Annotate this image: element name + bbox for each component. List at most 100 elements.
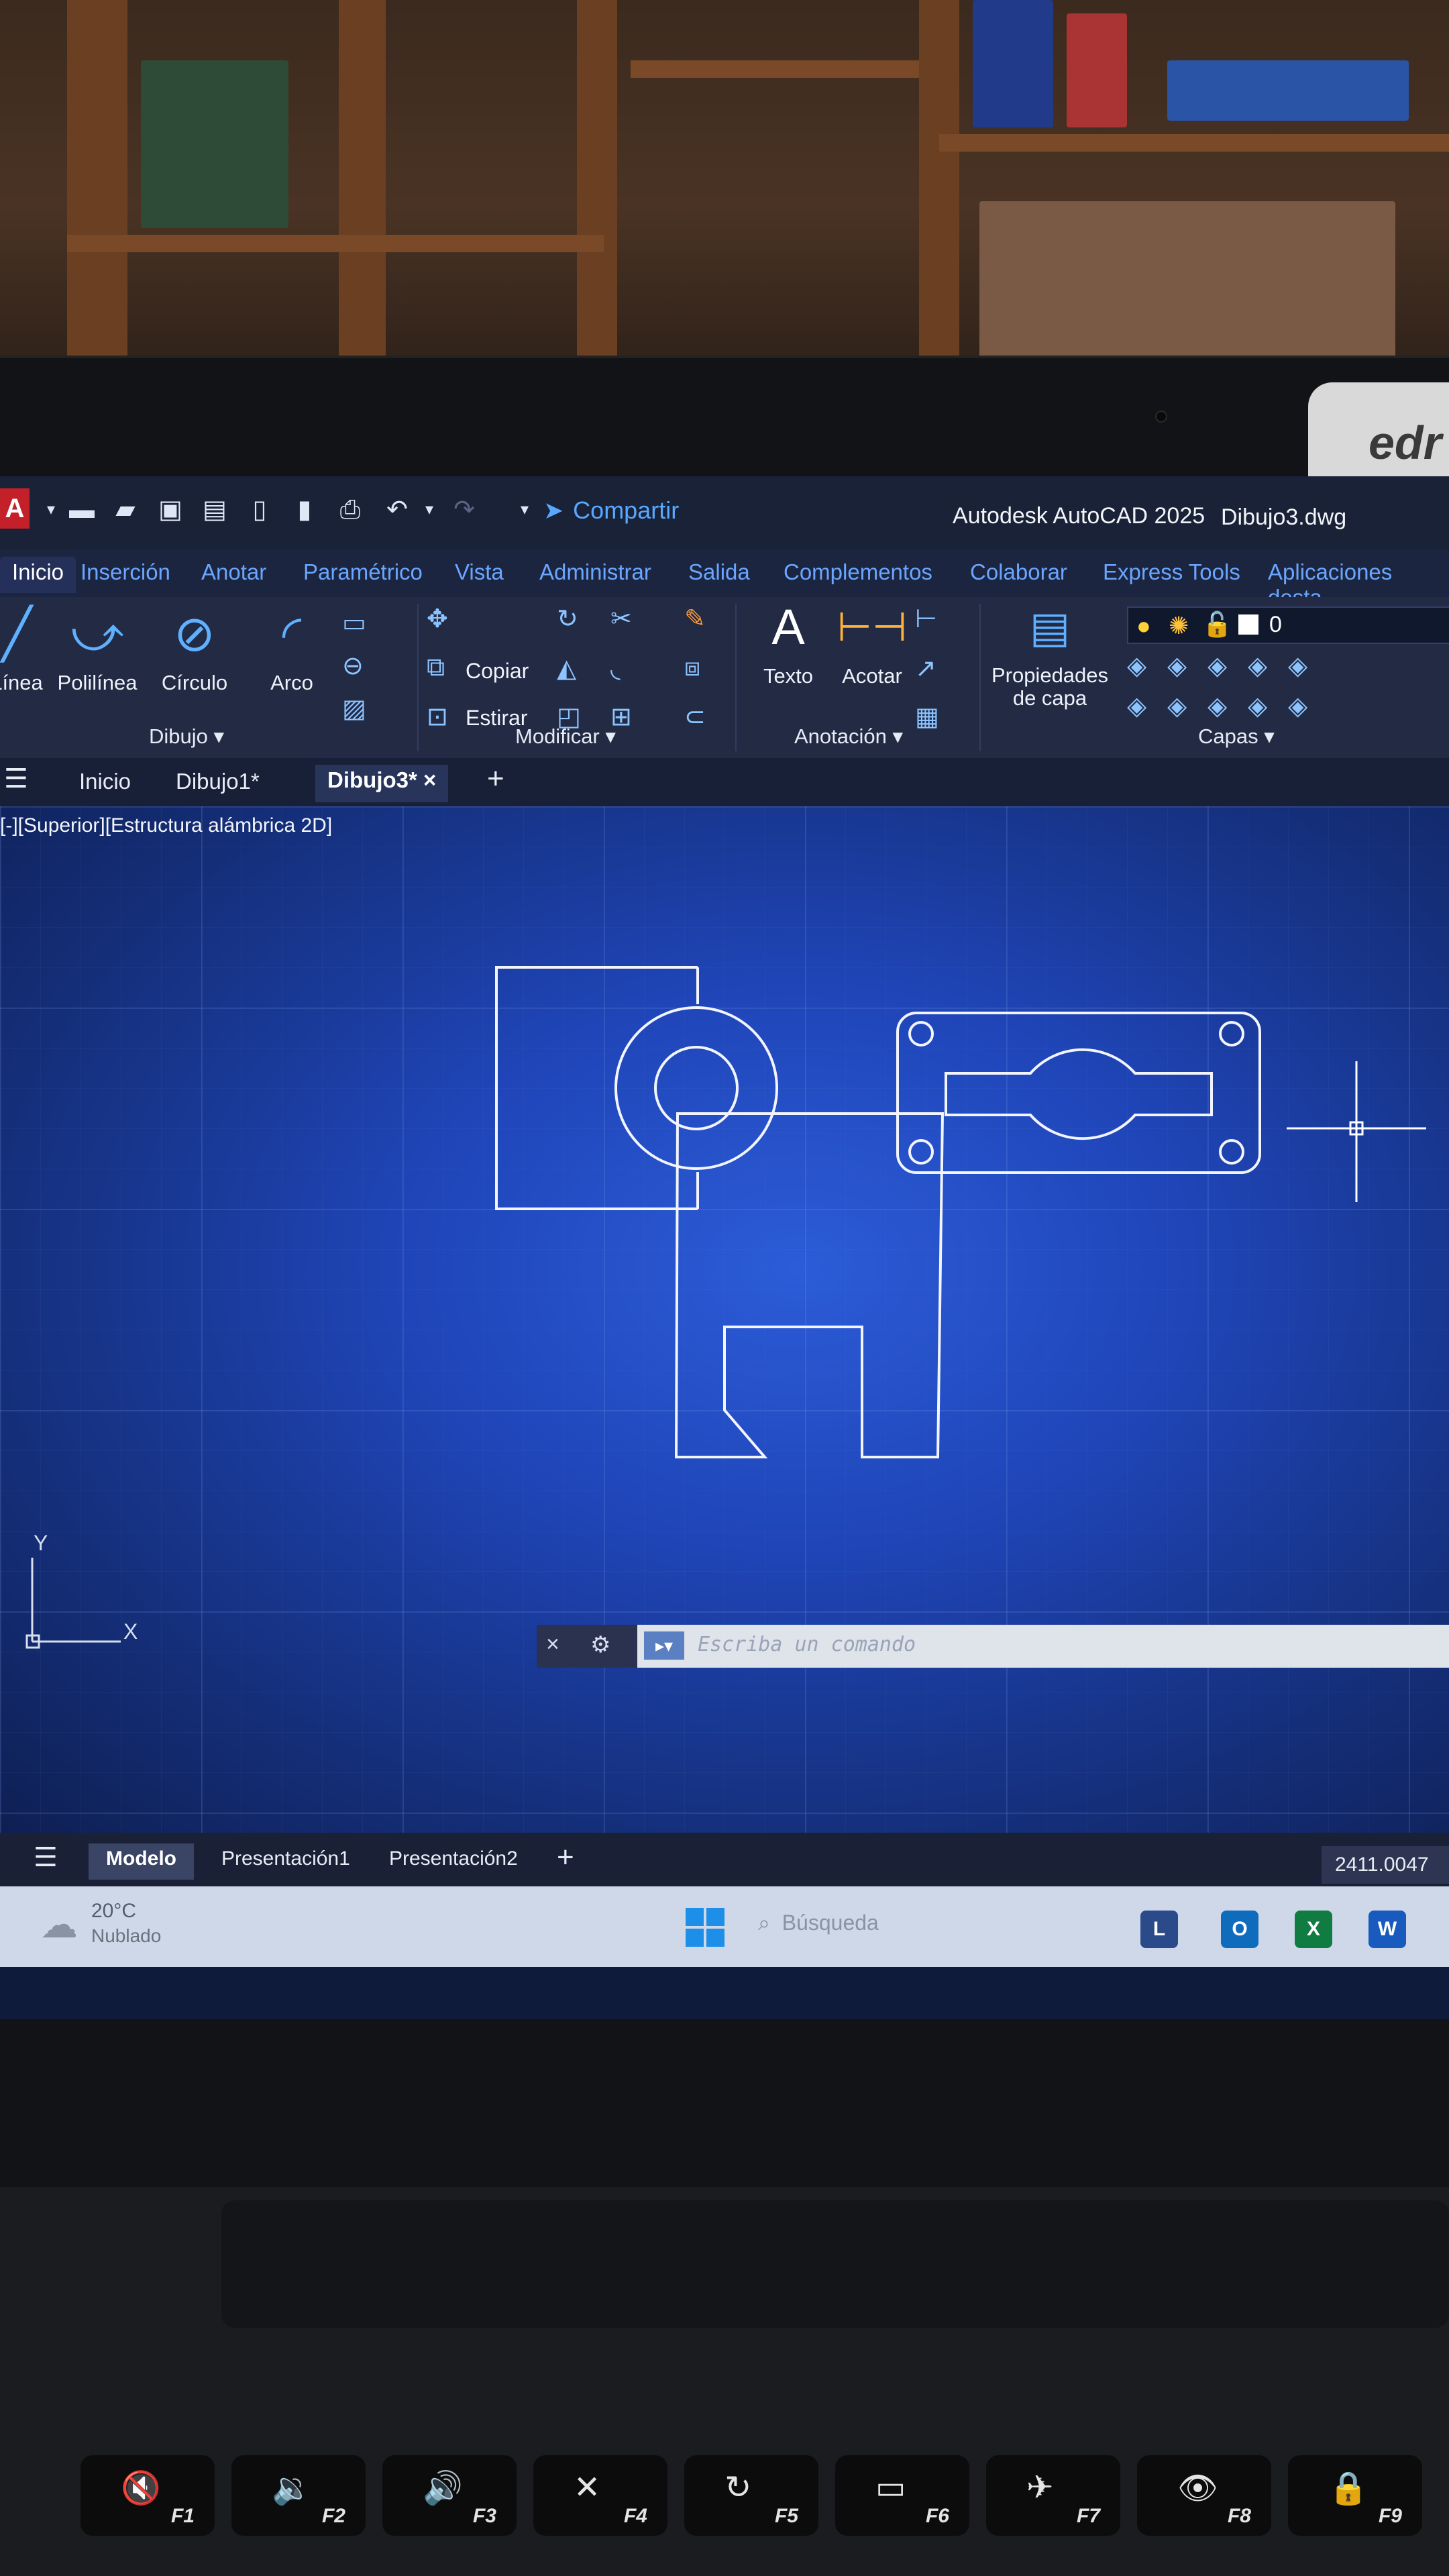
circle-button[interactable]: ⊘ Círculo	[154, 604, 235, 695]
panel-title-dibujo[interactable]: Dibujo ▾	[149, 724, 224, 749]
tab-administrar[interactable]: Administrar	[539, 559, 651, 585]
chevron-down-icon[interactable]: ▾	[36, 495, 66, 525]
command-prompt-icon[interactable]: ▸▾	[644, 1631, 684, 1660]
key-f3[interactable]: 🔊 F3	[382, 2455, 517, 2536]
chevron-down-icon[interactable]: ▾	[415, 495, 444, 525]
share-button[interactable]: ➤ Compartir	[543, 494, 679, 527]
panel-title-capas[interactable]: Capas ▾	[1198, 724, 1275, 749]
close-icon[interactable]: ×	[546, 1631, 559, 1658]
weather-desc[interactable]: Nublado	[91, 1925, 161, 1947]
autocad-logo-icon[interactable]: A	[0, 488, 30, 529]
close-tab-icon[interactable]: ×	[423, 767, 436, 792]
text-button[interactable]: A Texto	[751, 597, 825, 688]
leader-icon[interactable]: ↗	[915, 653, 936, 684]
layer-tool-icon[interactable]: ◈	[1288, 651, 1307, 681]
tab-parametrico[interactable]: Paramétrico	[303, 559, 423, 585]
tab-insercion[interactable]: Inserción	[80, 559, 170, 585]
file-tab-dibujo1[interactable]: Dibujo1*	[176, 769, 260, 794]
arc-button[interactable]: ◜ Arco	[255, 604, 329, 695]
layout-tab-presentacion1[interactable]: Presentación1	[221, 1847, 350, 1870]
save-icon[interactable]: ▣	[156, 495, 185, 525]
key-f9[interactable]: 🔒 F9	[1288, 2455, 1422, 2536]
panel-title-modificar[interactable]: Modificar ▾	[515, 724, 616, 749]
key-f5[interactable]: ↻ F5	[684, 2455, 818, 2536]
layer-tool-icon[interactable]: ◈	[1127, 651, 1146, 681]
rectangle-icon[interactable]: ▭	[342, 608, 366, 638]
file-tab-inicio[interactable]: Inicio	[79, 769, 131, 794]
key-f6[interactable]: ▭ F6	[835, 2455, 969, 2536]
tab-salida[interactable]: Salida	[688, 559, 750, 585]
layer-properties-button[interactable]: ▤ Propiedades de capa	[986, 597, 1114, 710]
tab-colaborar[interactable]: Colaborar	[970, 559, 1067, 585]
tab-express-tools[interactable]: Express Tools	[1103, 559, 1240, 585]
circle-icon: ⊘	[173, 606, 215, 661]
windows-start-icon[interactable]	[686, 1908, 726, 1948]
key-f7[interactable]: ✈ F7	[986, 2455, 1120, 2536]
layer-tool-icon[interactable]: ◈	[1288, 691, 1307, 721]
current-layer-combo[interactable]: ● ✺ 🔓 0	[1127, 606, 1449, 644]
new-layout-button[interactable]: +	[557, 1841, 574, 1874]
hatch-icon[interactable]: ▨	[342, 694, 366, 724]
table-icon[interactable]: ▦	[915, 702, 939, 732]
layer-tool-icon[interactable]: ◈	[1167, 691, 1187, 721]
polyline-button[interactable]: ⤻ Polilínea	[54, 604, 141, 695]
excel-icon[interactable]: X	[1295, 1911, 1332, 1948]
print-icon[interactable]: ⎙	[335, 495, 365, 525]
layer-tool-icon[interactable]: ◈	[1127, 691, 1146, 721]
new-icon[interactable]: ▬	[67, 495, 97, 525]
save-as-icon[interactable]: ▤	[200, 495, 229, 525]
menu-icon[interactable]: ☰	[34, 1842, 58, 1873]
wrench-icon[interactable]: ⚙	[590, 1631, 610, 1658]
layer-tool-icon[interactable]: ◈	[1167, 651, 1187, 681]
tab-vista[interactable]: Vista	[455, 559, 504, 585]
redo-icon[interactable]: ↷	[449, 495, 479, 525]
offset-icon[interactable]: ⊂	[684, 702, 706, 732]
drawing-canvas[interactable]: [-][Superior][Estructura alámbrica 2D] Y…	[0, 806, 1449, 1833]
layer-tool-icon[interactable]: ◈	[1208, 651, 1227, 681]
layout-tab-modelo[interactable]: Modelo	[89, 1843, 194, 1880]
mirror-icon[interactable]: ◭	[557, 653, 576, 684]
command-input[interactable]: Escriba un comando	[698, 1633, 916, 1656]
key-f8[interactable]: 👁 F8	[1137, 2455, 1271, 2536]
undo-icon[interactable]: ↶	[382, 495, 412, 525]
copy-icon[interactable]: ⧉	[427, 653, 445, 682]
ellipse-icon[interactable]: ⊖	[342, 651, 364, 681]
outlook-icon[interactable]: O	[1221, 1911, 1258, 1948]
open-web-icon[interactable]: ▯	[245, 495, 274, 525]
rotate-icon[interactable]: ↻	[557, 604, 578, 634]
move-icon[interactable]: ✥	[427, 604, 448, 634]
tab-inicio[interactable]: Inicio	[0, 557, 76, 593]
taskbar-app-icon[interactable]: L	[1140, 1911, 1178, 1948]
stretch-icon[interactable]: ⊡	[427, 702, 448, 732]
tab-anotar[interactable]: Anotar	[201, 559, 266, 585]
menu-icon[interactable]: ☰	[4, 763, 28, 794]
line-button[interactable]: ╱ Línea	[0, 604, 47, 695]
layer-tool-icon[interactable]: ◈	[1248, 691, 1267, 721]
key-f1[interactable]: 🔇 F1	[80, 2455, 215, 2536]
copy-button[interactable]: Copiar	[466, 659, 529, 684]
file-tab-dibujo3[interactable]: Dibujo3* ×	[315, 765, 449, 802]
coordinate-readout[interactable]: 2411.0047	[1322, 1846, 1449, 1884]
fillet-icon[interactable]: ◟	[610, 653, 621, 684]
layer-tool-icon[interactable]: ◈	[1248, 651, 1267, 681]
word-icon[interactable]: W	[1368, 1911, 1406, 1948]
key-f4[interactable]: ✕ F4	[533, 2455, 667, 2536]
taskbar-search[interactable]: ⌕ Búsqueda	[758, 1911, 879, 1936]
app-title: Autodesk AutoCAD 2025	[953, 503, 1205, 529]
save-web-icon[interactable]: ▮	[290, 495, 319, 525]
panel-title-anotacion[interactable]: Anotación ▾	[794, 724, 903, 749]
layer-tool-icon[interactable]: ◈	[1208, 691, 1227, 721]
trim-icon[interactable]: ✂	[610, 604, 632, 634]
open-icon[interactable]: ▰	[111, 495, 140, 525]
dimension-button[interactable]: ⊢⊣ Acotar	[832, 597, 912, 688]
cloud-icon[interactable]: ☁	[40, 1902, 78, 1947]
explode-icon[interactable]: ⧈	[684, 653, 700, 682]
layout-tab-presentacion2[interactable]: Presentación2	[389, 1847, 518, 1870]
new-tab-button[interactable]: +	[487, 762, 504, 796]
weather-temp[interactable]: 20°C	[91, 1900, 136, 1923]
erase-icon[interactable]: ✎	[684, 604, 706, 634]
tab-complementos[interactable]: Complementos	[784, 559, 932, 585]
key-f2[interactable]: 🔉 F2	[231, 2455, 366, 2536]
customize-icon[interactable]: ▾	[510, 495, 539, 525]
linear-dim-icon[interactable]: ⊢	[915, 604, 937, 634]
